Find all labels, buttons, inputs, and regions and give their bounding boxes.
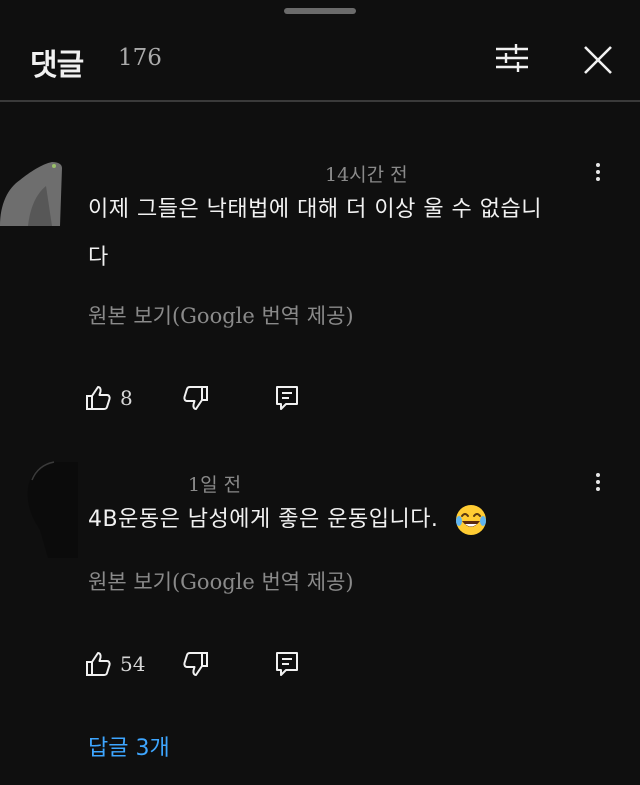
comment-text-container: 4B운동은 남성에게 좋은 운동입니다. <box>88 496 558 544</box>
avatar[interactable] <box>18 458 78 558</box>
comments-count: 176 <box>118 45 162 71</box>
thumbs-up-icon <box>86 386 111 410</box>
comments-header: 댓글 176 <box>0 26 640 100</box>
sliders-icon <box>496 44 528 72</box>
comments-title: 댓글 <box>30 48 84 83</box>
more-options-button[interactable] <box>588 470 608 498</box>
see-original-link[interactable]: 원본 보기(Google 번역 제공) <box>88 300 354 330</box>
comment-time: 1일 전 <box>188 474 242 496</box>
thumbs-up-icon <box>86 652 111 676</box>
comment-item: 14시간 전 이제 그들은 낙태법에 대해 더 이상 울 수 없습니다 원본 보… <box>0 102 640 442</box>
comment-actions: 8 <box>84 378 344 418</box>
sort-filter-button[interactable] <box>494 42 530 74</box>
reply-button[interactable] <box>274 644 300 684</box>
thumbs-down-icon <box>183 386 208 410</box>
laughing-tears-emoji-icon <box>455 505 486 535</box>
comment-text: 4B운동은 남성에게 좋은 운동입니다. <box>88 507 439 532</box>
thumbs-down-icon <box>183 652 208 676</box>
like-count: 8 <box>120 386 133 410</box>
comment-time: 14시간 전 <box>325 164 408 186</box>
reply-comment-icon <box>276 386 298 410</box>
comments-sheet: 댓글 176 14시간 전 이제 그들은 낙태법에 대해 더 이상 울 수 없습… <box>0 0 640 785</box>
comment-item: 1일 전 4B운동은 남성에게 좋은 운동입니다. 원본 보기(Google 번… <box>0 442 640 785</box>
more-vertical-icon <box>588 473 608 491</box>
reply-comment-icon <box>276 652 298 676</box>
more-vertical-icon <box>588 163 608 181</box>
reply-button[interactable] <box>274 378 300 418</box>
like-button[interactable]: 54 <box>84 644 145 684</box>
drag-handle[interactable] <box>284 8 356 14</box>
more-options-button[interactable] <box>588 160 608 188</box>
close-icon <box>584 46 612 74</box>
close-button[interactable] <box>580 42 616 78</box>
view-replies-link[interactable]: 답글 3개 <box>88 730 170 762</box>
comment-text: 이제 그들은 낙태법에 대해 더 이상 울 수 없습니다 <box>88 197 543 270</box>
comment-actions: 54 <box>84 644 344 684</box>
like-count: 54 <box>120 652 146 676</box>
dislike-button[interactable] <box>182 378 210 418</box>
like-button[interactable]: 8 <box>84 378 133 418</box>
dislike-button[interactable] <box>182 644 210 684</box>
see-original-link[interactable]: 원본 보기(Google 번역 제공) <box>88 566 354 596</box>
avatar[interactable] <box>0 154 64 226</box>
